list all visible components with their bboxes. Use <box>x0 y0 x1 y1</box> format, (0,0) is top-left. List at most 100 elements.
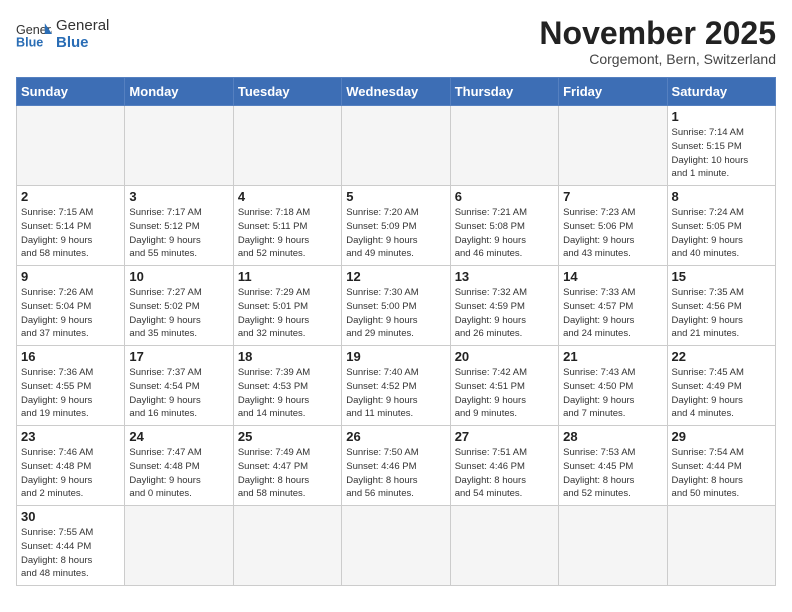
calendar-cell <box>559 106 667 186</box>
calendar-cell: 12Sunrise: 7:30 AM Sunset: 5:00 PM Dayli… <box>342 266 450 346</box>
day-header-friday: Friday <box>559 78 667 106</box>
day-info: Sunrise: 7:49 AM Sunset: 4:47 PM Dayligh… <box>238 446 337 501</box>
month-title: November 2025 <box>539 16 776 51</box>
week-row-5: 23Sunrise: 7:46 AM Sunset: 4:48 PM Dayli… <box>17 426 776 506</box>
day-info: Sunrise: 7:36 AM Sunset: 4:55 PM Dayligh… <box>21 366 120 421</box>
calendar-cell <box>17 106 125 186</box>
logo: General Blue General Blue <box>16 16 109 52</box>
calendar-cell: 3 Sunrise: 7:17 AM Sunset: 5:12 PM Daylig… <box>125 186 233 266</box>
calendar-cell <box>450 506 558 586</box>
day-number: 8 <box>672 189 771 204</box>
day-number: 7 <box>563 189 662 204</box>
day-number: 29 <box>672 429 771 444</box>
day-number: 28 <box>563 429 662 444</box>
day-header-tuesday: Tuesday <box>233 78 341 106</box>
calendar-cell: 16 Sunrise: 7:36 AM Sunset: 4:55 PM Dayli… <box>17 346 125 426</box>
svg-text:Blue: Blue <box>16 36 43 50</box>
calendar-cell: 30Sunrise: 7:55 AM Sunset: 4:44 PM Dayli… <box>17 506 125 586</box>
day-number: 1 <box>672 109 771 124</box>
day-info: Sunrise: 7:24 AM Sunset: 5:05 PM Dayligh… <box>672 206 771 261</box>
calendar-cell <box>125 106 233 186</box>
day-info: Sunrise: 7:54 AM Sunset: 4:44 PM Dayligh… <box>672 446 771 501</box>
calendar-cell: 17Sunrise: 7:37 AM Sunset: 4:54 PM Dayli… <box>125 346 233 426</box>
day-info: Sunrise: 7:21 AM Sunset: 5:08 PM Dayligh… <box>455 206 554 261</box>
location: Corgemont, Bern, Switzerland <box>539 51 776 67</box>
calendar-cell <box>233 506 341 586</box>
day-number: 16 <box>21 349 120 364</box>
day-number: 5 <box>346 189 445 204</box>
day-number: 21 <box>563 349 662 364</box>
week-row-4: 16 Sunrise: 7:36 AM Sunset: 4:55 PM Dayli… <box>17 346 776 426</box>
day-header-wednesday: Wednesday <box>342 78 450 106</box>
day-info: Sunrise: 7:32 AM Sunset: 4:59 PM Dayligh… <box>455 286 554 341</box>
week-row-6: 30Sunrise: 7:55 AM Sunset: 4:44 PM Dayli… <box>17 506 776 586</box>
day-number: 19 <box>346 349 445 364</box>
logo-general-text: General <box>56 17 109 34</box>
day-info: Sunrise: 7:55 AM Sunset: 4:44 PM Dayligh… <box>21 526 120 581</box>
calendar: SundayMondayTuesdayWednesdayThursdayFrid… <box>16 77 776 586</box>
day-info: Sunrise: 7:35 AM Sunset: 4:56 PM Dayligh… <box>672 286 771 341</box>
calendar-cell: 25 Sunrise: 7:49 AM Sunset: 4:47 PM Dayli… <box>233 426 341 506</box>
day-info: Sunrise: 7:23 AM Sunset: 5:06 PM Dayligh… <box>563 206 662 261</box>
day-header-monday: Monday <box>125 78 233 106</box>
calendar-cell: 6 Sunrise: 7:21 AM Sunset: 5:08 PM Daylig… <box>450 186 558 266</box>
week-row-3: 9 Sunrise: 7:26 AM Sunset: 5:04 PM Daylig… <box>17 266 776 346</box>
day-info: Sunrise: 7:17 AM Sunset: 5:12 PM Dayligh… <box>129 206 228 261</box>
day-info: Sunrise: 7:40 AM Sunset: 4:52 PM Dayligh… <box>346 366 445 421</box>
calendar-cell: 14Sunrise: 7:33 AM Sunset: 4:57 PM Dayli… <box>559 266 667 346</box>
calendar-cell <box>233 106 341 186</box>
day-info: Sunrise: 7:29 AM Sunset: 5:01 PM Dayligh… <box>238 286 337 341</box>
calendar-cell: 27Sunrise: 7:51 AM Sunset: 4:46 PM Dayli… <box>450 426 558 506</box>
day-info: Sunrise: 7:30 AM Sunset: 5:00 PM Dayligh… <box>346 286 445 341</box>
calendar-cell: 13 Sunrise: 7:32 AM Sunset: 4:59 PM Dayli… <box>450 266 558 346</box>
day-number: 13 <box>455 269 554 284</box>
day-number: 9 <box>21 269 120 284</box>
calendar-cell: 1 Sunrise: 7:14 AM Sunset: 5:15 PM Daylig… <box>667 106 775 186</box>
day-info: Sunrise: 7:45 AM Sunset: 4:49 PM Dayligh… <box>672 366 771 421</box>
day-info: Sunrise: 7:14 AM Sunset: 5:15 PM Dayligh… <box>672 126 771 181</box>
day-number: 25 <box>238 429 337 444</box>
day-header-thursday: Thursday <box>450 78 558 106</box>
calendar-cell: 28Sunrise: 7:53 AM Sunset: 4:45 PM Dayli… <box>559 426 667 506</box>
calendar-cell: 5 Sunrise: 7:20 AM Sunset: 5:09 PM Daylig… <box>342 186 450 266</box>
calendar-header-row: SundayMondayTuesdayWednesdayThursdayFrid… <box>17 78 776 106</box>
calendar-cell: 18Sunrise: 7:39 AM Sunset: 4:53 PM Dayli… <box>233 346 341 426</box>
day-number: 24 <box>129 429 228 444</box>
day-number: 15 <box>672 269 771 284</box>
calendar-cell: 26 Sunrise: 7:50 AM Sunset: 4:46 PM Dayli… <box>342 426 450 506</box>
calendar-cell: 23Sunrise: 7:46 AM Sunset: 4:48 PM Dayli… <box>17 426 125 506</box>
calendar-cell: 15 Sunrise: 7:35 AM Sunset: 4:56 PM Dayli… <box>667 266 775 346</box>
logo-blue-text: Blue <box>56 34 109 51</box>
day-info: Sunrise: 7:50 AM Sunset: 4:46 PM Dayligh… <box>346 446 445 501</box>
calendar-cell: 22 Sunrise: 7:45 AM Sunset: 4:49 PM Dayli… <box>667 346 775 426</box>
day-info: Sunrise: 7:18 AM Sunset: 5:11 PM Dayligh… <box>238 206 337 261</box>
day-info: Sunrise: 7:46 AM Sunset: 4:48 PM Dayligh… <box>21 446 120 501</box>
title-area: November 2025 Corgemont, Bern, Switzerla… <box>539 16 776 67</box>
calendar-cell <box>559 506 667 586</box>
day-number: 3 <box>129 189 228 204</box>
day-info: Sunrise: 7:43 AM Sunset: 4:50 PM Dayligh… <box>563 366 662 421</box>
day-number: 4 <box>238 189 337 204</box>
day-header-saturday: Saturday <box>667 78 775 106</box>
calendar-cell: 11 Sunrise: 7:29 AM Sunset: 5:01 PM Dayli… <box>233 266 341 346</box>
day-info: Sunrise: 7:37 AM Sunset: 4:54 PM Dayligh… <box>129 366 228 421</box>
day-info: Sunrise: 7:51 AM Sunset: 4:46 PM Dayligh… <box>455 446 554 501</box>
day-info: Sunrise: 7:20 AM Sunset: 5:09 PM Dayligh… <box>346 206 445 261</box>
calendar-cell <box>125 506 233 586</box>
day-header-sunday: Sunday <box>17 78 125 106</box>
day-number: 6 <box>455 189 554 204</box>
week-row-1: 1 Sunrise: 7:14 AM Sunset: 5:15 PM Daylig… <box>17 106 776 186</box>
day-number: 26 <box>346 429 445 444</box>
logo-icon: General Blue <box>16 16 52 52</box>
day-info: Sunrise: 7:42 AM Sunset: 4:51 PM Dayligh… <box>455 366 554 421</box>
day-info: Sunrise: 7:26 AM Sunset: 5:04 PM Dayligh… <box>21 286 120 341</box>
calendar-cell: 24Sunrise: 7:47 AM Sunset: 4:48 PM Dayli… <box>125 426 233 506</box>
calendar-cell: 9 Sunrise: 7:26 AM Sunset: 5:04 PM Daylig… <box>17 266 125 346</box>
day-number: 2 <box>21 189 120 204</box>
day-number: 10 <box>129 269 228 284</box>
day-number: 22 <box>672 349 771 364</box>
day-number: 11 <box>238 269 337 284</box>
calendar-cell <box>667 506 775 586</box>
calendar-cell: 29 Sunrise: 7:54 AM Sunset: 4:44 PM Dayli… <box>667 426 775 506</box>
day-info: Sunrise: 7:27 AM Sunset: 5:02 PM Dayligh… <box>129 286 228 341</box>
